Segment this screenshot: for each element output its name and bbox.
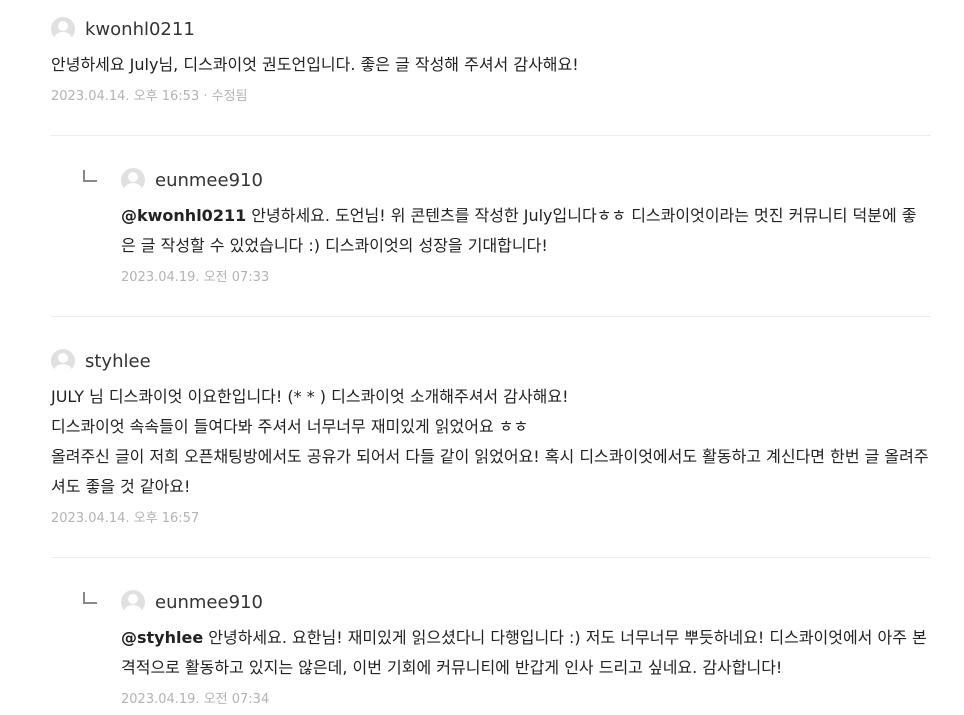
mention-link[interactable]: @kwonhl0211 [121, 206, 246, 225]
comment-date: 2023.04.14. 오후 16:53 · 수정됨 [51, 89, 248, 104]
comment-header: kwonhl0211 [51, 16, 931, 42]
reply-header: eunmee910 [121, 167, 931, 193]
comment: kwonhl0211 안녕하세요 July님, 디스콰이엇 권도언입니다. 좋은… [51, 16, 931, 104]
comment-text: 안녕하세요 July님, 디스콰이엇 권도언입니다. 좋은 글 작성해 주셔서 … [51, 55, 579, 74]
reply-author[interactable]: eunmee910 [155, 592, 263, 613]
reply-arrow-icon [83, 170, 97, 182]
avatar[interactable] [51, 349, 75, 373]
avatar[interactable] [121, 168, 145, 192]
comment: styhlee JULY 님 디스콰이엇 이요한입니다! (* * ) 디스콰이… [51, 348, 931, 526]
avatar[interactable] [51, 17, 75, 41]
comment-header: styhlee [51, 348, 931, 374]
reply-text: @kwonhl0211 안녕하세요. 도언님! 위 콘텐츠를 작성한 July입… [121, 201, 931, 261]
reply-date: 2023.04.19. 오전 07:34 [121, 692, 270, 707]
comment-author[interactable]: kwonhl0211 [85, 19, 195, 40]
reply: eunmee910 @styhlee 안녕하세요. 요한님! 재미있게 읽으셨다… [121, 589, 931, 707]
comment-text: JULY 님 디스콰이엇 이요한입니다! (* * ) 디스콰이엇 소개해주셔서… [51, 387, 929, 496]
comment-author[interactable]: styhlee [85, 351, 151, 372]
reply-date: 2023.04.19. 오전 07:33 [121, 270, 270, 285]
reply-body: 안녕하세요. 요한님! 재미있게 읽으셨다니 다행입니다 :) 저도 너무너무 … [121, 628, 927, 677]
reply-arrow-icon [83, 592, 97, 604]
comment-date: 2023.04.14. 오후 16:57 [51, 511, 200, 526]
mention-link[interactable]: @styhlee [121, 628, 203, 647]
divider [51, 316, 931, 317]
divider [51, 135, 931, 136]
reply-header: eunmee910 [121, 589, 931, 615]
reply-text: @styhlee 안녕하세요. 요한님! 재미있게 읽으셨다니 다행입니다 :)… [121, 623, 931, 683]
divider [51, 557, 931, 558]
avatar[interactable] [121, 590, 145, 614]
reply-author[interactable]: eunmee910 [155, 170, 263, 191]
reply: eunmee910 @kwonhl0211 안녕하세요. 도언님! 위 콘텐츠를… [121, 167, 931, 285]
